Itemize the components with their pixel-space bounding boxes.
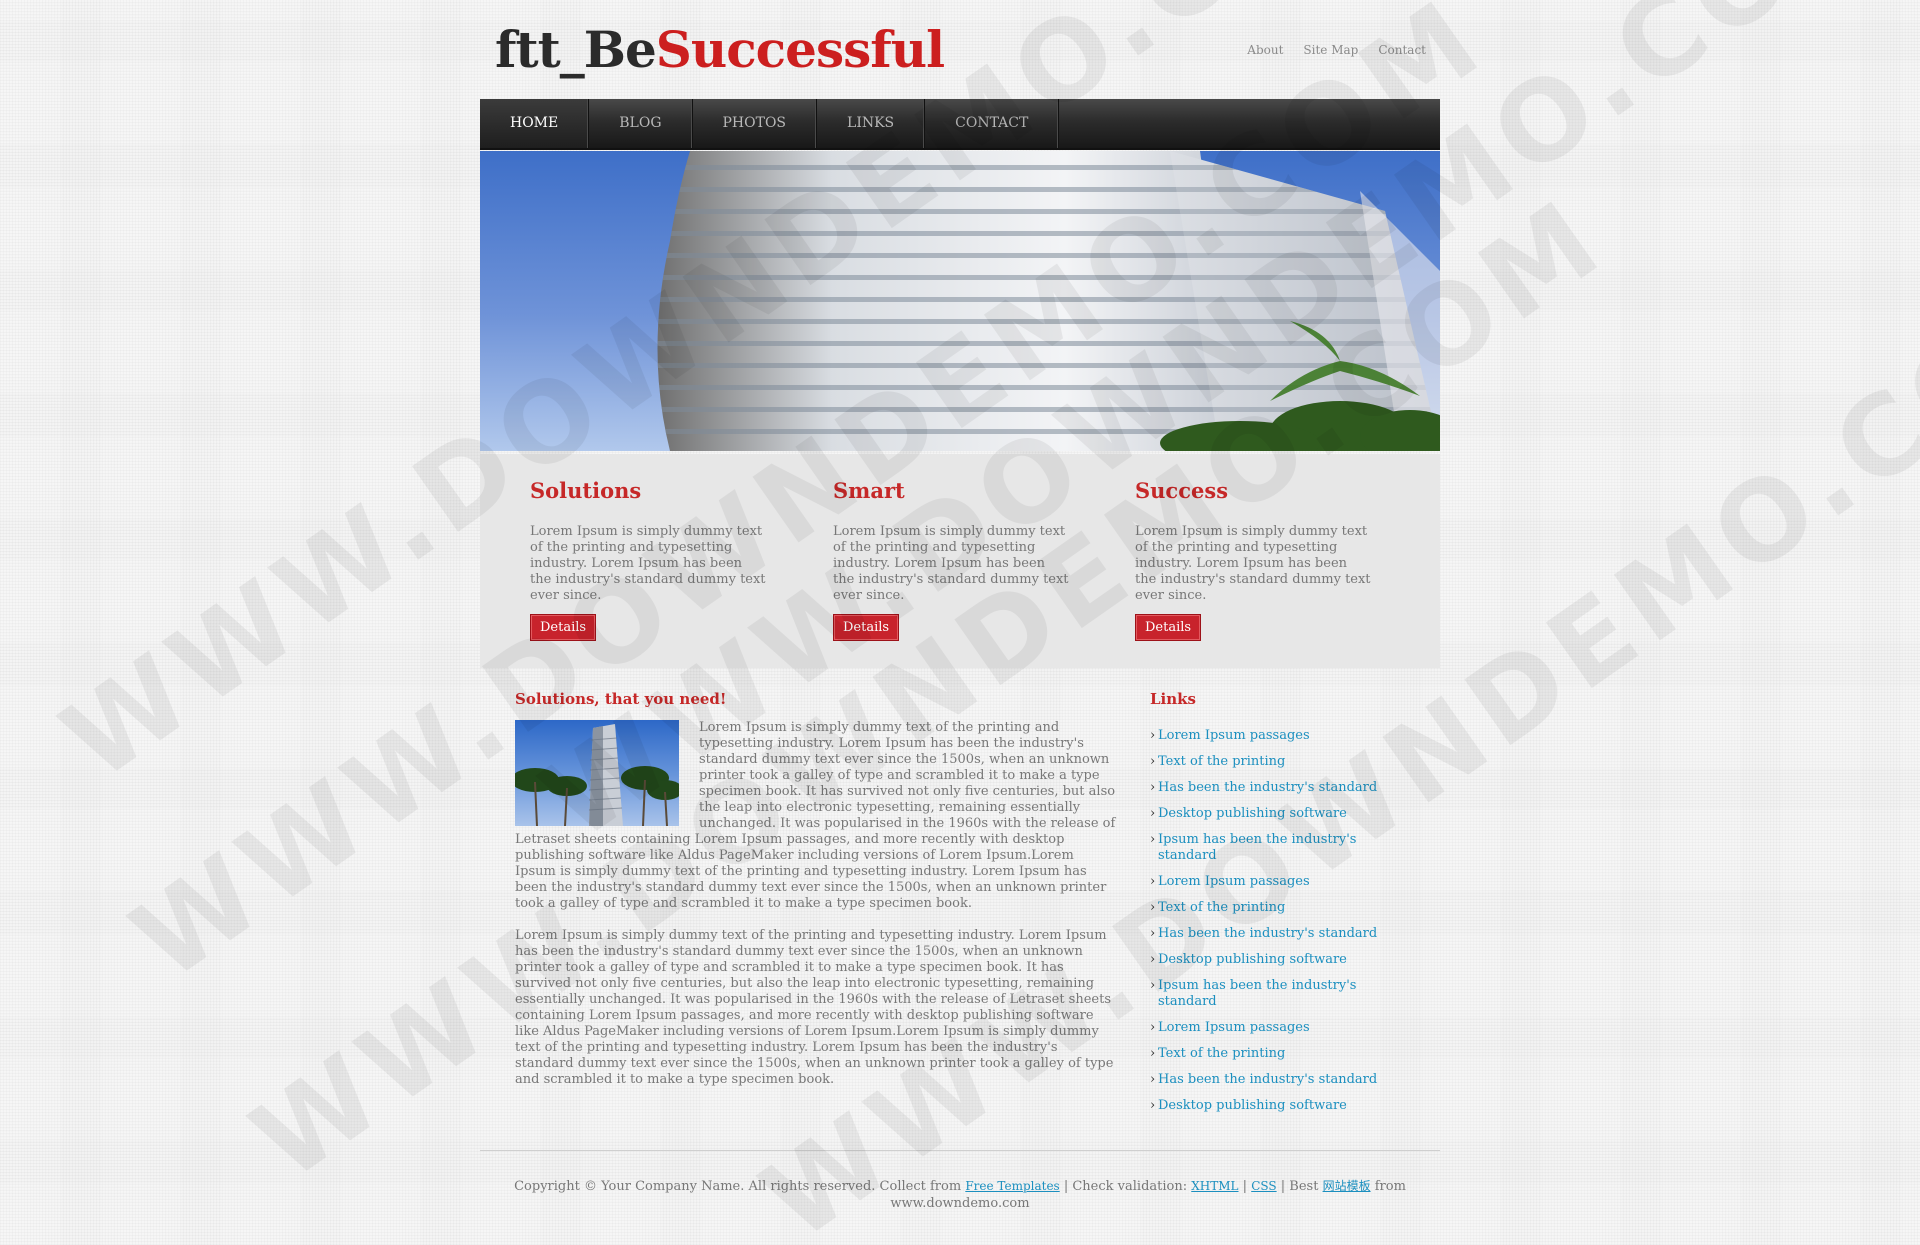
sidebar-link[interactable]: Lorem Ipsum passages <box>1150 728 1400 744</box>
sidebar-link-list: Lorem Ipsum passages Text of the printin… <box>1150 728 1400 1114</box>
logo-text-dark: ftt_Be <box>495 20 657 79</box>
details-button[interactable]: Details <box>833 614 900 641</box>
sidebar-heading: Links <box>1150 690 1196 708</box>
sidebar-link-label: Lorem Ipsum passages <box>1158 874 1310 889</box>
feature-title: Smart <box>833 478 905 503</box>
content-section: Solutions, that you need! Lorem Ipsum is… <box>480 668 1440 1148</box>
main-nav: HOME BLOG PHOTOS LINKS CONTACT <box>480 99 1440 150</box>
sidebar-link[interactable]: Has been the industry's standard <box>1150 780 1400 796</box>
top-link-site-map[interactable]: Site Map <box>1303 43 1358 57</box>
sidebar-link-label: Has been the industry's standard <box>1158 780 1378 795</box>
building-illustration <box>657 151 1440 451</box>
sidebar-link[interactable]: Ipsum has been the industry's standard <box>1150 978 1365 1010</box>
page-wrapper: ftt_BeSuccessful About Site Map Contact … <box>480 0 1440 1211</box>
sidebar-link-label: Ipsum has been the industry's standard <box>1158 832 1357 863</box>
article-paragraph-2: Lorem Ipsum is simply dummy text of the … <box>515 928 1114 1087</box>
article: Lorem Ipsum is simply dummy text of the … <box>515 720 1117 1088</box>
main-heading: Solutions, that you need! <box>515 690 727 708</box>
feature-title: Success <box>1135 478 1229 503</box>
sidebar-link-label: Desktop publishing software <box>1158 806 1347 821</box>
footer-from-label: from <box>1374 1179 1406 1194</box>
sidebar-link-label: Text of the printing <box>1158 754 1286 769</box>
footer-text: Copyright © Your Company Name. All right… <box>510 1178 1410 1212</box>
sidebar-link[interactable]: Text of the printing <box>1150 900 1400 916</box>
sidebar-links: Links Lorem Ipsum passages Text of the p… <box>1150 689 1400 1124</box>
footer-validation-label: | Check validation: <box>1063 1179 1188 1194</box>
sidebar-link-label: Desktop publishing software <box>1158 952 1347 967</box>
sidebar-link-label: Text of the printing <box>1158 900 1286 915</box>
sidebar-link[interactable]: Has been the industry's standard <box>1150 926 1400 942</box>
feature-solutions: Solutions Lorem Ipsum is simply dummy te… <box>530 476 770 641</box>
footer-best-label: | Best <box>1280 1179 1319 1194</box>
feature-title: Solutions <box>530 478 642 503</box>
hero-banner-image <box>480 151 1440 451</box>
footer-copyright: Copyright © Your Company Name. All right… <box>514 1179 962 1194</box>
sidebar-link[interactable]: Text of the printing <box>1150 1046 1400 1062</box>
details-button[interactable]: Details <box>530 614 597 641</box>
main-column: Solutions, that you need! Lorem Ipsum is… <box>515 689 1117 1088</box>
top-link-about[interactable]: About <box>1247 43 1283 57</box>
details-button[interactable]: Details <box>1135 614 1202 641</box>
nav-contact[interactable]: CONTACT <box>925 99 1060 148</box>
footer-domain: www.downdemo.com <box>890 1196 1030 1211</box>
site-footer: Copyright © Your Company Name. All right… <box>480 1150 1440 1212</box>
sidebar-link-label: Lorem Ipsum passages <box>1158 728 1310 743</box>
footer-link-xhtml[interactable]: XHTML <box>1191 1179 1238 1193</box>
footer-link-css[interactable]: CSS <box>1251 1179 1276 1193</box>
tower-illustration <box>515 724 679 826</box>
top-link-contact[interactable]: Contact <box>1378 43 1426 57</box>
feature-smart: Smart Lorem Ipsum is simply dummy text o… <box>833 476 1073 641</box>
footer-link-templates-cn[interactable]: 网站模板 <box>1323 1179 1371 1193</box>
sidebar-link[interactable]: Desktop publishing software <box>1150 806 1400 822</box>
top-links: About Site Map Contact <box>1247 43 1426 57</box>
sidebar-link-label: Lorem Ipsum passages <box>1158 1020 1310 1035</box>
sidebar-link[interactable]: Ipsum has been the industry's standard <box>1150 832 1365 864</box>
sidebar-link[interactable]: Text of the printing <box>1150 754 1400 770</box>
sidebar-link-label: Has been the industry's standard <box>1158 1072 1378 1087</box>
sidebar-link[interactable]: Desktop publishing software <box>1150 952 1400 968</box>
nav-home[interactable]: HOME <box>480 99 590 148</box>
sidebar-link-label: Has been the industry's standard <box>1158 926 1378 941</box>
sidebar-link[interactable]: Lorem Ipsum passages <box>1150 874 1400 890</box>
footer-link-free-templates[interactable]: Free Templates <box>965 1179 1059 1193</box>
sidebar-link-label: Desktop publishing software <box>1158 1098 1347 1113</box>
features-section: Solutions Lorem Ipsum is simply dummy te… <box>480 454 1440 668</box>
feature-text: Lorem Ipsum is simply dummy text of the … <box>1135 524 1371 603</box>
logo-text-red: Successful <box>655 20 945 79</box>
sidebar-link[interactable]: Has been the industry's standard <box>1150 1072 1400 1088</box>
sidebar-link-label: Text of the printing <box>1158 1046 1286 1061</box>
site-logo[interactable]: ftt_BeSuccessful <box>495 20 945 80</box>
article-thumbnail-image <box>515 720 679 826</box>
feature-text: Lorem Ipsum is simply dummy text of the … <box>833 524 1069 603</box>
sidebar-link-label: Ipsum has been the industry's standard <box>1158 978 1357 1009</box>
feature-text: Lorem Ipsum is simply dummy text of the … <box>530 524 766 603</box>
site-header: ftt_BeSuccessful About Site Map Contact <box>480 0 1440 99</box>
nav-photos[interactable]: PHOTOS <box>693 99 818 148</box>
nav-blog[interactable]: BLOG <box>589 99 693 148</box>
footer-separator: | <box>1242 1179 1248 1194</box>
sidebar-link[interactable]: Desktop publishing software <box>1150 1098 1400 1114</box>
feature-success: Success Lorem Ipsum is simply dummy text… <box>1135 476 1375 641</box>
sidebar-link[interactable]: Lorem Ipsum passages <box>1150 1020 1400 1036</box>
nav-links[interactable]: LINKS <box>817 99 926 148</box>
